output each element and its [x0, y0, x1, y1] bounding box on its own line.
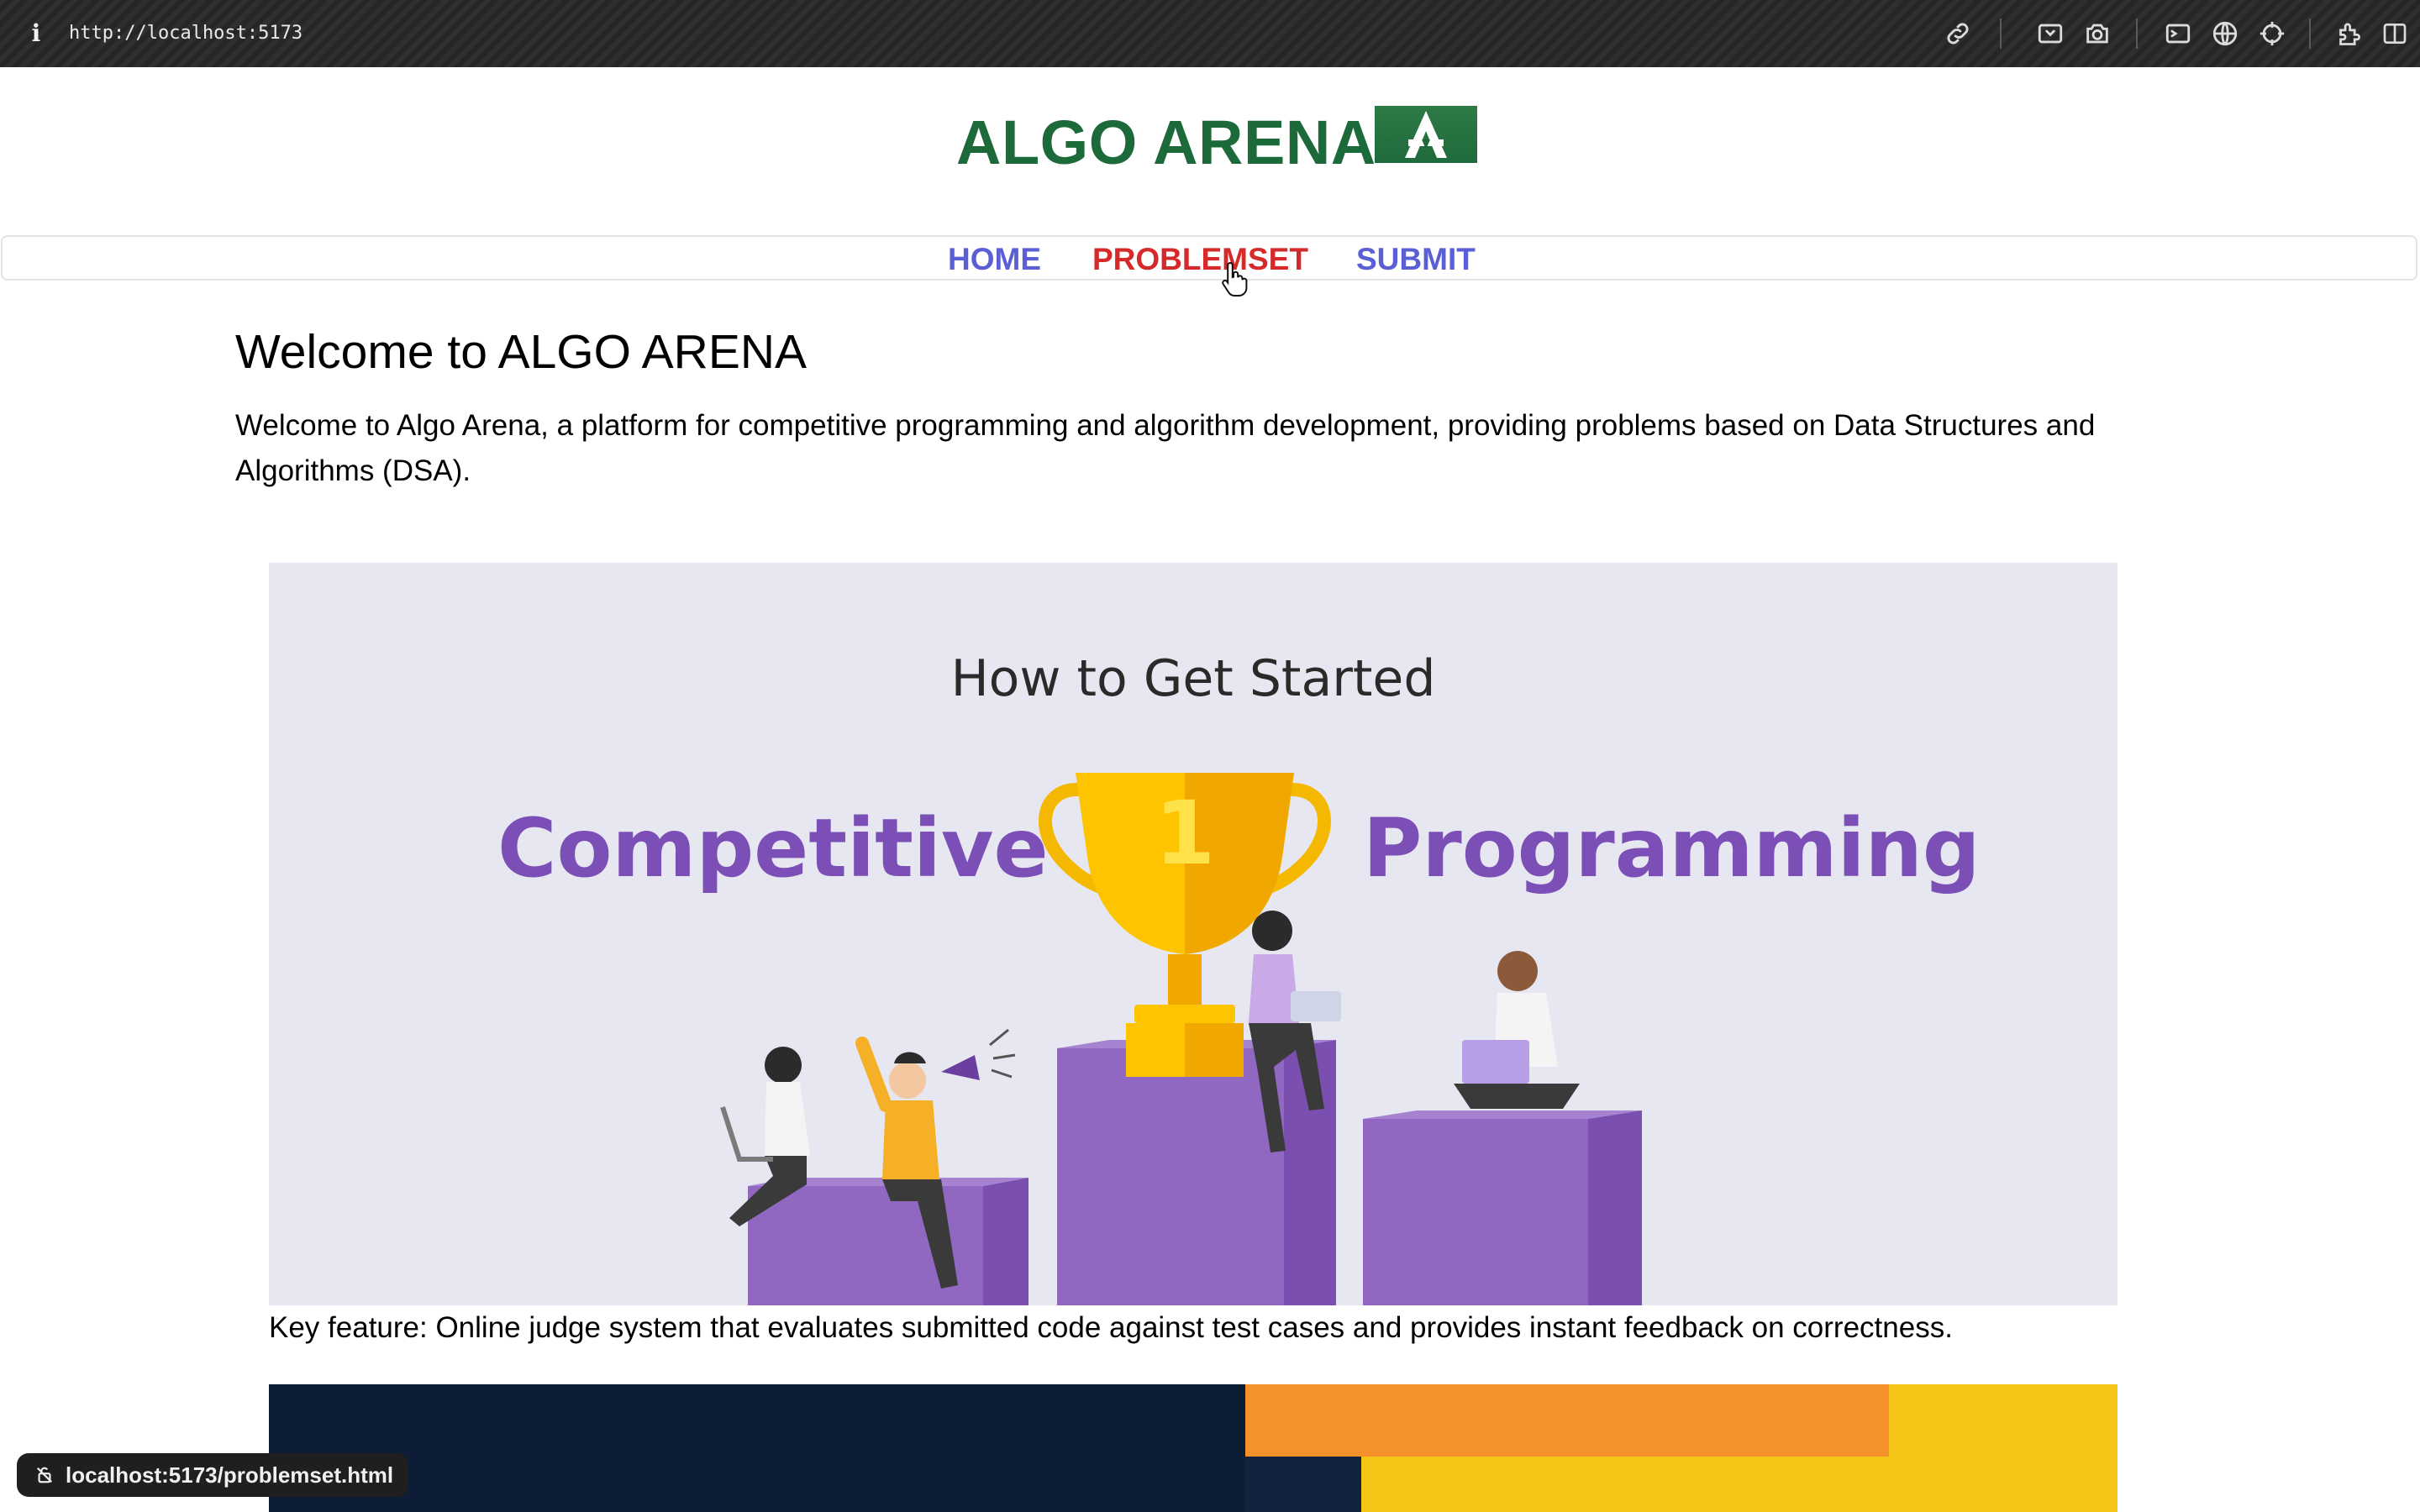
podium-center: [1057, 1040, 1336, 1305]
info-icon[interactable]: i: [27, 18, 45, 49]
inspector-icon[interactable]: [2032, 15, 2069, 52]
link-icon[interactable]: [1939, 15, 1976, 52]
person-laptop-right: [1454, 951, 1580, 1109]
status-url: localhost:5173/problemset.html: [66, 1462, 394, 1488]
site-logo[interactable]: ALGO ARENA: [956, 102, 1376, 178]
toolbar-separator: [2136, 18, 2138, 49]
nav-submit-link[interactable]: SUBMIT: [1356, 241, 1476, 278]
banner-word-right: Programming: [1363, 801, 1981, 895]
address-bar-url[interactable]: http://localhost:5173: [69, 20, 302, 47]
broken-lock-icon: [36, 1467, 53, 1483]
extensions-icon[interactable]: [2333, 15, 2370, 52]
camera-icon[interactable]: [2079, 15, 2116, 52]
banner-heading: How to Get Started: [950, 649, 1436, 708]
getting-started-banner-image: How to Get Started Competitive Programmi…: [269, 563, 2118, 1305]
nav-home-link[interactable]: HOME: [948, 241, 1041, 278]
link-hover-status: localhost:5173/problemset.html: [17, 1453, 409, 1497]
logo-text: ALGO ARENA: [956, 108, 1376, 177]
toolbar-separator: [2309, 18, 2311, 49]
sidebar-icon[interactable]: [2376, 15, 2413, 52]
podium-left: [748, 1178, 1028, 1305]
page-title: Welcome to ALGO ARENA: [235, 325, 808, 379]
terminal-icon[interactable]: [2160, 15, 2196, 52]
toolbar-separator: [2000, 18, 2002, 49]
intro-paragraph: Welcome to Algo Arena, a platform for co…: [235, 409, 2096, 487]
nav-problemset-link[interactable]: PROBLEMSET: [1092, 241, 1308, 278]
second-banner-image: [269, 1384, 2118, 1512]
crosshair-icon[interactable]: [2254, 15, 2291, 52]
podium-right: [1363, 1110, 1642, 1305]
hand-cursor-icon: [1220, 260, 1250, 297]
logo-mark-icon: [1375, 106, 1477, 163]
key-feature-text: Key feature: Online judge system that ev…: [269, 1311, 1953, 1344]
banner-word-left: Competitive: [497, 801, 1049, 895]
globe-icon[interactable]: [2207, 15, 2244, 52]
toolbar-icons: [1916, 15, 2420, 52]
trophy-number: 1: [1154, 782, 1216, 885]
browser-toolbar: i http://localhost:5173: [0, 0, 2420, 67]
